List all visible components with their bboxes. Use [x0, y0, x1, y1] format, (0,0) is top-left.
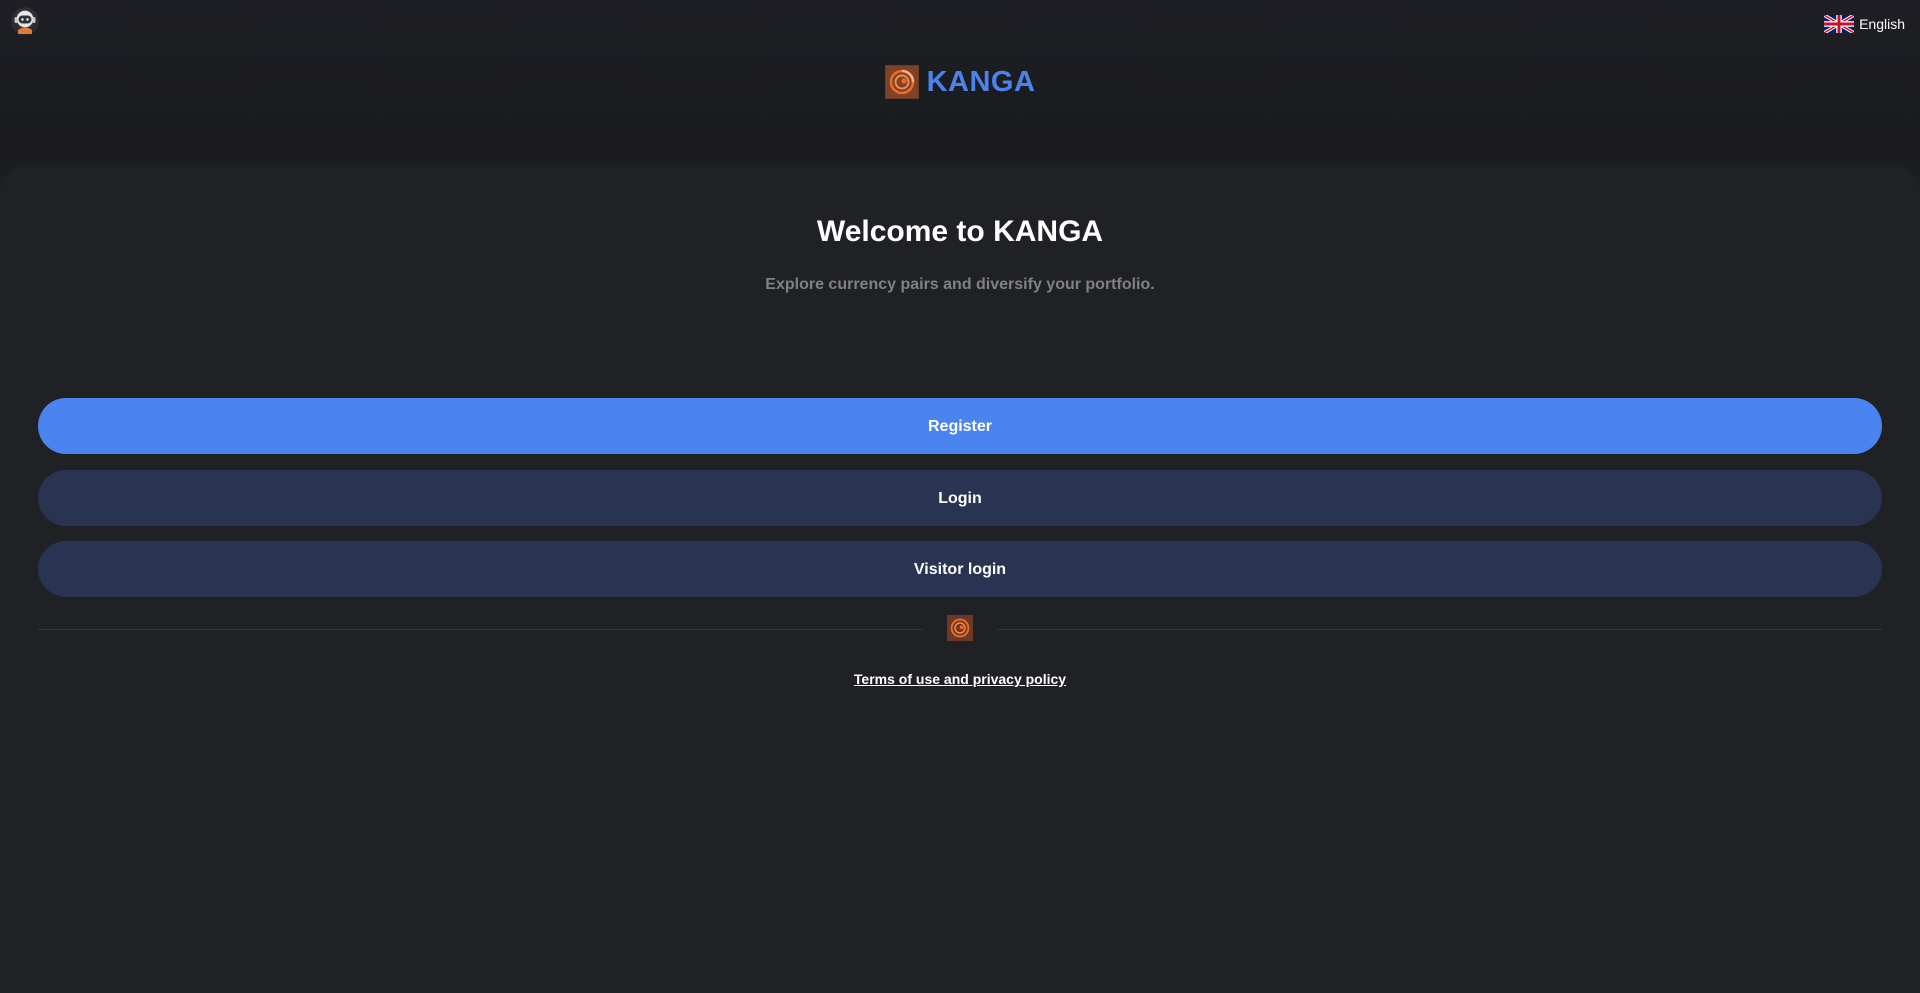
page-subtitle: Explore currency pairs and diversify you…: [765, 276, 1155, 293]
brand-name: KANGA: [926, 65, 1036, 98]
terms-link[interactable]: Terms of use and privacy policy: [854, 671, 1066, 687]
divider-line-left: [38, 629, 923, 630]
kanga-logo-icon: [947, 615, 973, 641]
visitor-login-button[interactable]: Visitor login: [38, 541, 1882, 597]
login-page: English KANGA Welcome to KANGA Explore c…: [0, 0, 1920, 993]
welcome-card: Welcome to KANGA Explore currency pairs …: [0, 165, 1920, 993]
brand-header: KANGA: [0, 65, 1920, 99]
terms-container: Terms of use and privacy policy: [0, 671, 1920, 687]
astronaut-avatar-icon[interactable]: [10, 6, 40, 36]
language-label: English: [1859, 16, 1905, 32]
login-button[interactable]: Login: [38, 470, 1882, 526]
uk-flag-icon: [1824, 15, 1855, 33]
language-selector[interactable]: English: [1824, 15, 1905, 33]
divider: [38, 615, 1882, 643]
register-button[interactable]: Register: [38, 398, 1882, 454]
page-title: Welcome to KANGA: [816, 215, 1104, 248]
top-bar: English: [0, 0, 1920, 44]
kanga-logo-icon: [884, 65, 919, 99]
divider-line-right: [997, 629, 1882, 630]
